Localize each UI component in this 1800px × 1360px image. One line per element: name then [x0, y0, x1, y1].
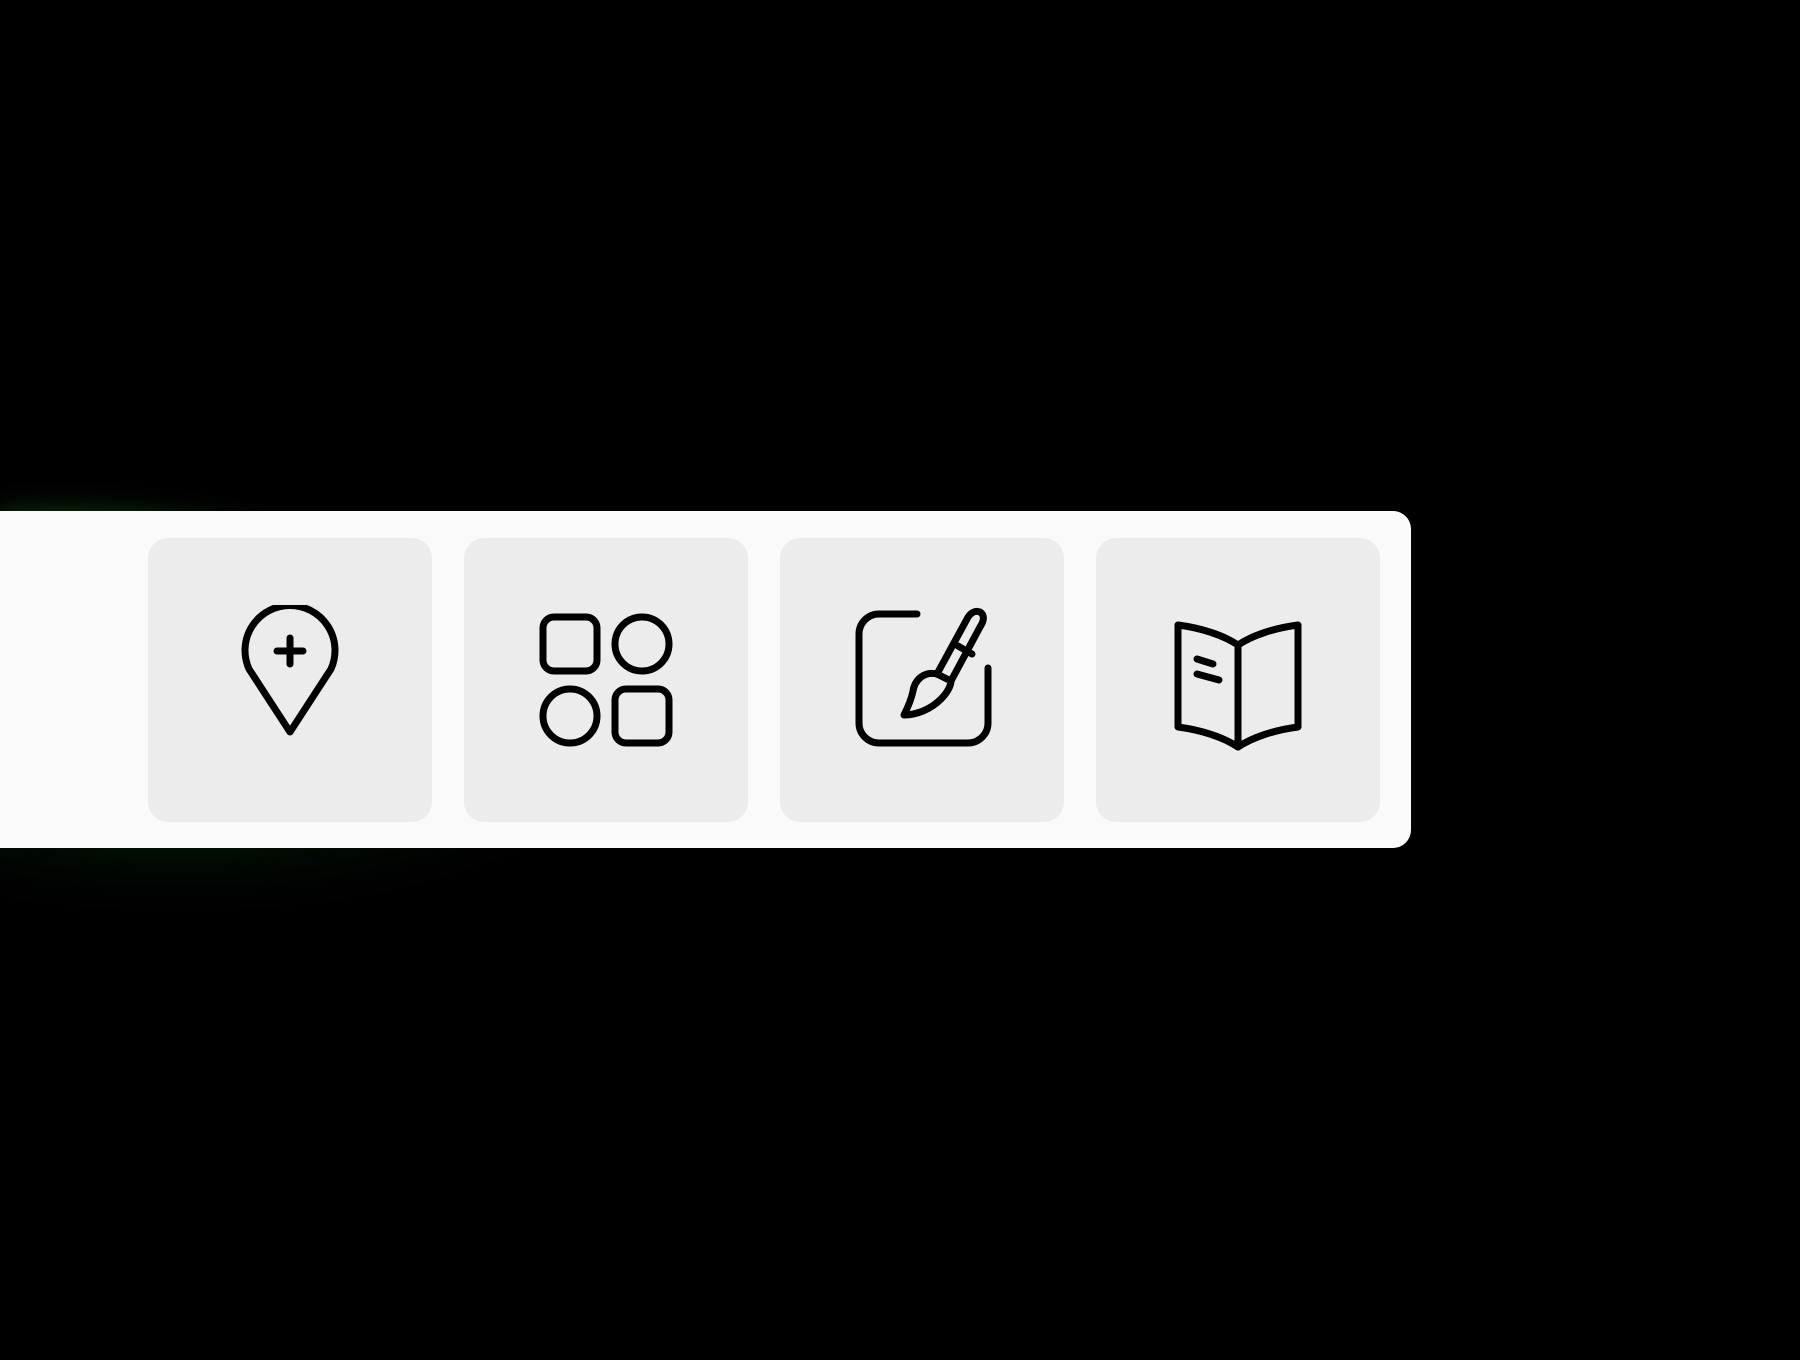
canvas — [0, 0, 1800, 1360]
icon-dock — [0, 511, 1411, 848]
add-location-button[interactable] — [148, 538, 432, 822]
apps-button[interactable] — [464, 538, 748, 822]
map-pin-plus-icon — [215, 605, 365, 755]
paint-button[interactable] — [780, 538, 1064, 822]
paint-brush-canvas-icon — [847, 605, 997, 755]
read-book-button[interactable] — [1096, 538, 1380, 822]
apps-grid-icon — [531, 605, 681, 755]
open-book-icon — [1163, 605, 1313, 755]
